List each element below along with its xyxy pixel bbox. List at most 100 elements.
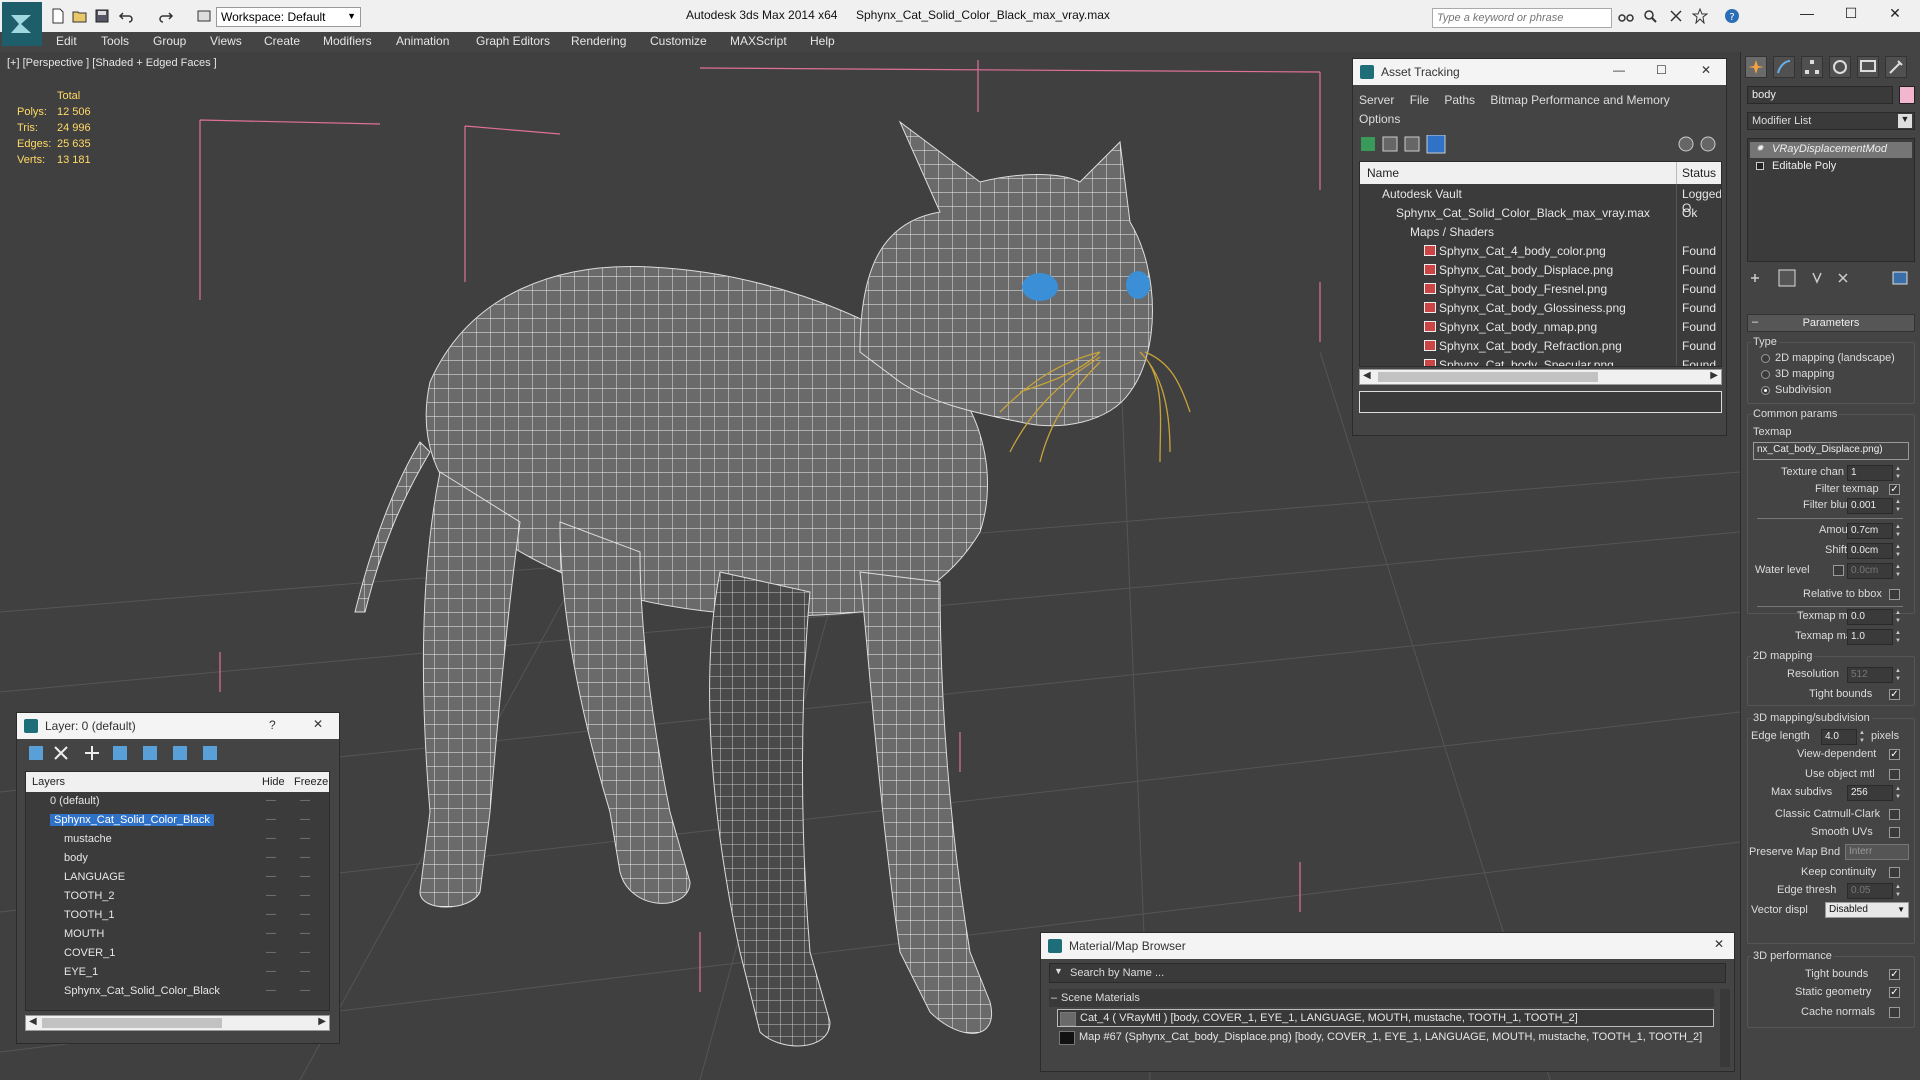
remove-modifier-icon[interactable] <box>1838 273 1848 283</box>
menu-group[interactable]: Group <box>153 34 186 48</box>
smooth-uvs-checkbox[interactable] <box>1889 827 1900 838</box>
tight-bounds-checkbox[interactable]: ✓ <box>1889 689 1900 700</box>
vector-displ-select[interactable]: Disabled ▼ <box>1825 902 1909 918</box>
edge-length-input[interactable]: 4.0 <box>1821 729 1857 745</box>
col-name[interactable]: Name <box>1367 166 1399 180</box>
parameters-rollout[interactable]: – Parameters <box>1747 314 1915 332</box>
relative-bbox-checkbox[interactable] <box>1889 589 1900 600</box>
pin-stack-icon[interactable] <box>1751 274 1759 282</box>
col-hide[interactable]: Hide <box>262 776 285 788</box>
menu-file[interactable]: File <box>1410 93 1429 107</box>
close-button[interactable]: ✕ <box>1880 5 1910 27</box>
motion-tab-icon[interactable] <box>1829 56 1851 78</box>
asset-row[interactable]: Sphynx_Cat_Solid_Color_Black_max_vray.ma… <box>1360 203 1721 222</box>
asset-row[interactable]: Sphynx_Cat_body_Refraction.png Found <box>1360 336 1721 355</box>
water-level-checkbox[interactable] <box>1833 565 1844 576</box>
layer-row[interactable]: EYE_1 — — <box>26 963 329 982</box>
perf-tight-bounds-checkbox[interactable]: ✓ <box>1889 969 1900 980</box>
collapse-icon[interactable]: – <box>1051 992 1057 1004</box>
menu-views[interactable]: Views <box>210 34 242 48</box>
preserve-map-select[interactable]: Interr <box>1845 844 1909 860</box>
shift-input[interactable]: 0.0cm <box>1847 543 1893 559</box>
menu-bitmap-performance[interactable]: Bitmap Performance and Memory <box>1490 93 1669 107</box>
freeze-toggle[interactable]: — <box>300 814 311 825</box>
layer-row[interactable]: Sphynx_Cat_Solid_Color_Black — — <box>26 982 329 1001</box>
object-name-field[interactable]: body <box>1747 86 1893 104</box>
edge-thresh-input[interactable]: 0.05 <box>1847 883 1893 899</box>
hide-toggle[interactable]: — <box>266 947 277 958</box>
hide-toggle[interactable]: — <box>266 795 277 806</box>
favorites-star-icon[interactable] <box>1691 7 1709 25</box>
show-end-result-icon[interactable] <box>1778 269 1796 287</box>
menu-tools[interactable]: Tools <box>101 34 129 48</box>
filter-blur-spinner[interactable]: ▲ ▼ <box>1895 498 1903 514</box>
list-view-icon[interactable] <box>1382 136 1398 152</box>
help-button[interactable]: ? <box>269 718 276 732</box>
radio-3d-mapping[interactable] <box>1761 370 1770 379</box>
texmap-min-input[interactable]: 0.0 <box>1847 609 1893 625</box>
chevron-down-icon[interactable]: ▼ <box>1054 966 1063 976</box>
keep-continuity-checkbox[interactable] <box>1889 867 1900 878</box>
layer-row[interactable]: MOUTH — — <box>26 925 329 944</box>
hide-toggle[interactable]: — <box>266 833 277 844</box>
menu-create[interactable]: Create <box>264 34 300 48</box>
select-in-layer-icon[interactable] <box>113 746 127 760</box>
water-level-input[interactable]: 0.0cm <box>1847 563 1893 579</box>
subscription-icon[interactable] <box>1668 8 1684 24</box>
collapse-icon[interactable]: – <box>1752 316 1758 328</box>
layer-row[interactable]: 0 (default) — — <box>26 792 329 811</box>
modifier-list-dropdown[interactable]: Modifier List ▼ <box>1747 112 1915 130</box>
asset-row[interactable]: Sphynx_Cat_4_body_color.png Found <box>1360 241 1721 260</box>
close-button[interactable]: ✕ <box>1714 937 1724 951</box>
keyword-search-input[interactable] <box>1432 8 1612 28</box>
new-file-icon[interactable] <box>50 8 66 24</box>
hide-toggle[interactable]: — <box>266 814 277 825</box>
material-row[interactable]: Cat_4 ( VRayMtl ) [body, COVER_1, EYE_1,… <box>1057 1009 1714 1027</box>
menu-options[interactable]: Options <box>1359 112 1400 126</box>
stack-item-editable-poly[interactable]: Editable Poly <box>1750 159 1912 175</box>
radio-subdivision[interactable] <box>1761 386 1770 395</box>
max-subdivs-input[interactable]: 256 <box>1847 785 1893 801</box>
object-color-swatch[interactable] <box>1899 86 1915 104</box>
cache-normals-checkbox[interactable] <box>1889 1007 1900 1018</box>
freeze-toggle[interactable]: — <box>300 966 311 977</box>
material-search-input[interactable]: ▼ Search by Name ... <box>1049 963 1726 983</box>
save-file-icon[interactable] <box>94 8 110 24</box>
menu-server[interactable]: Server <box>1359 93 1394 107</box>
redo-icon[interactable] <box>158 8 174 24</box>
new-layer-icon[interactable] <box>29 746 43 760</box>
hide-toggle[interactable]: — <box>266 928 277 939</box>
freeze-toggle[interactable]: — <box>300 985 311 996</box>
menu-help[interactable]: Help <box>810 34 835 48</box>
material-browser-titlebar[interactable]: Material/Map Browser ✕ <box>1041 933 1734 959</box>
texture-chan-input[interactable]: 1 <box>1847 465 1893 481</box>
expand-icon[interactable] <box>1756 162 1764 170</box>
highlight-layer-icon[interactable] <box>143 746 157 760</box>
asset-path-field[interactable] <box>1359 391 1722 413</box>
hide-toggle[interactable]: — <box>266 909 277 920</box>
table-view-icon[interactable] <box>1426 135 1446 154</box>
utilities-tab-icon[interactable] <box>1885 56 1907 78</box>
menu-animation[interactable]: Animation <box>396 34 449 48</box>
hide-toggle[interactable]: — <box>266 966 277 977</box>
asset-row[interactable]: Maps / Shaders <box>1360 222 1721 241</box>
hide-all-icon[interactable] <box>173 746 187 760</box>
project-folder-icon[interactable] <box>196 8 212 24</box>
freeze-all-icon[interactable] <box>203 746 217 760</box>
resolution-spinner[interactable]: ▲ ▼ <box>1895 667 1903 683</box>
menu-paths[interactable]: Paths <box>1444 93 1475 107</box>
freeze-toggle[interactable]: — <box>300 909 311 920</box>
freeze-toggle[interactable]: — <box>300 928 311 939</box>
binoculars-icon[interactable] <box>1618 8 1634 24</box>
texture-chan-spinner[interactable]: ▲ ▼ <box>1895 465 1903 481</box>
app-logo-icon[interactable] <box>2 2 42 46</box>
filter-texmap-checkbox[interactable]: ✓ <box>1889 484 1900 495</box>
col-layers[interactable]: Layers <box>32 776 65 788</box>
asset-row[interactable]: Sphynx_Cat_body_Specular.png Found <box>1360 355 1721 366</box>
close-button[interactable]: ✕ <box>313 717 323 731</box>
classic-catmull-clark-checkbox[interactable] <box>1889 809 1900 820</box>
settings-icon[interactable] <box>1700 136 1716 152</box>
workspace-select[interactable]: Workspace: Default ▼ <box>216 7 361 27</box>
material-vscrollbar[interactable] <box>1720 989 1730 1067</box>
hierarchy-tab-icon[interactable] <box>1801 56 1823 78</box>
